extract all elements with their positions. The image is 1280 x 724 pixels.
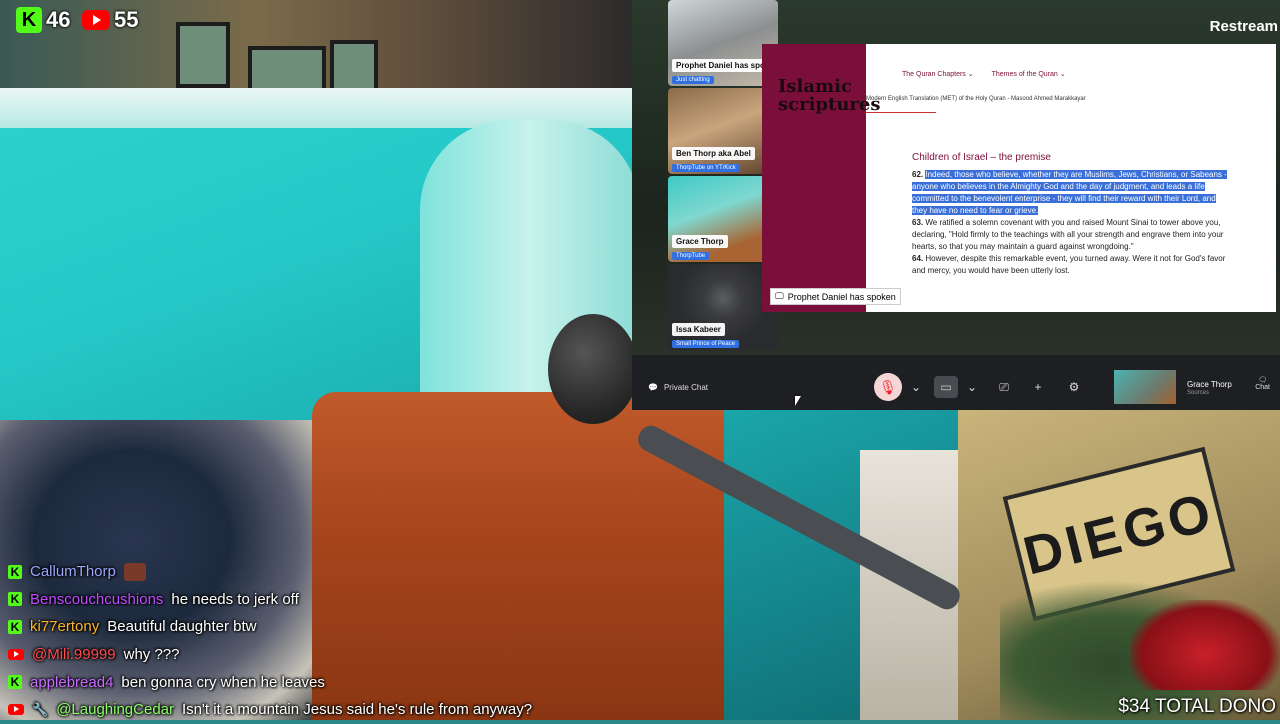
chat-username: ki77ertony <box>30 618 100 636</box>
mouse-cursor <box>795 396 801 406</box>
studio-toolbar: 💬 Private Chat 🎙 ⌄ ▭ ⌄ ⎚ + ⚙ Grace Thorp… <box>632 364 1280 410</box>
verse-63: 63. We ratified a solemn covenant with y… <box>912 217 1232 253</box>
private-chat-button[interactable]: 💬 Private Chat <box>648 376 708 398</box>
chat-message: K ki77ertony Beautiful daughter btw <box>8 613 628 641</box>
verse-text: We ratified a solemn covenant with you a… <box>912 218 1224 251</box>
private-chat-label: Private Chat <box>663 382 708 392</box>
settings-button[interactable]: ⚙ <box>1064 376 1084 398</box>
kick-viewer-badge: K 46 <box>16 6 70 34</box>
translation-title: Modern English Translation (MET) of the … <box>866 96 1086 102</box>
self-view-name: Grace Thorp <box>1187 380 1232 389</box>
chat-username: applebread4 <box>30 673 114 691</box>
photo-frame <box>176 22 230 88</box>
youtube-icon <box>8 649 24 661</box>
verse-reader: Children of Israel – the premise 62. Ind… <box>912 152 1232 312</box>
participant-subtitle: Small Prince of Peace <box>672 340 740 348</box>
chat-text: Beautiful daughter btw <box>107 618 257 636</box>
verse-number: 63. <box>912 218 924 227</box>
caption-text: Prophet Daniel has spoken <box>787 291 896 302</box>
youtube-viewer-count: 55 <box>114 7 139 32</box>
mic-muted-button[interactable]: 🎙 <box>874 373 902 401</box>
self-view-subtitle: Sources <box>1187 390 1210 396</box>
chat-message: K CallumThorp <box>8 558 628 586</box>
chat-message: @Mili.99999 why ??? <box>8 641 628 669</box>
camera-button[interactable]: ▭ <box>934 376 958 398</box>
highlighted-verse-text: Indeed, those who believe, whether they … <box>912 170 1227 215</box>
chevron-down-icon: ⌄ <box>966 380 978 394</box>
kick-icon: K <box>8 564 22 579</box>
monitor-icon: 🖵 <box>775 291 784 301</box>
kick-viewer-count: 46 <box>46 7 71 32</box>
youtube-viewer-badge: 55 <box>82 6 138 34</box>
chat-text: Isn't it a mountain Jesus said he's rule… <box>182 701 533 719</box>
chat-icon: 🗨 <box>1258 377 1268 384</box>
nav-themes[interactable]: Themes of the Quran ⌄ <box>992 70 1066 78</box>
red-object <box>1130 600 1280 690</box>
kick-icon: K <box>8 592 22 607</box>
participant-name: Ben Thorp aka Abel <box>672 147 755 160</box>
nav-quran-chapters[interactable]: The Quran Chapters ⌄ <box>902 70 974 78</box>
chat-button[interactable]: 🗨 Chat <box>1255 376 1270 391</box>
verse-number: 62. <box>912 170 924 179</box>
wrench-icon: 🔧 <box>32 701 49 717</box>
self-view-thumbnail[interactable] <box>1114 370 1176 404</box>
participant-name: Issa Kabeer <box>672 323 725 336</box>
participant-name: Prophet Daniel has spoken <box>672 59 776 72</box>
chat-label: Chat <box>1255 384 1270 391</box>
gear-icon: ⚙ <box>1068 380 1080 394</box>
add-button[interactable]: + <box>1028 376 1048 398</box>
stream-chat-overlay: K CallumThorp K Benscouchcushions he nee… <box>8 558 628 724</box>
kick-icon: K <box>8 619 22 634</box>
chat-username: @Mili.99999 <box>32 646 116 664</box>
verse-64: 64. However, despite this remarkable eve… <box>912 253 1232 277</box>
verse-62: 62. Indeed, those who believe, whether t… <box>912 169 1232 217</box>
chat-message: K Benscouchcushions he needs to jerk off <box>8 586 628 614</box>
participant-subtitle: ThorpTube on YT/Kick <box>672 164 740 172</box>
chat-text: he needs to jerk off <box>171 590 299 608</box>
kick-icon: K <box>8 675 22 690</box>
youtube-icon <box>82 10 110 30</box>
screen-share-caption: 🖵 Prophet Daniel has spoken <box>770 288 901 305</box>
verse-number: 64. <box>912 254 924 263</box>
camera-icon: ▭ <box>940 380 952 394</box>
site-nav: The Quran Chapters ⌄ Themes of the Quran… <box>902 70 1066 78</box>
microphone <box>548 314 638 424</box>
participant-subtitle: ThorpTube <box>672 252 710 260</box>
camera-options-button[interactable]: ⌄ <box>962 376 982 398</box>
participant-name: Grace Thorp <box>672 235 728 248</box>
chat-text: ben gonna cry when he leaves <box>121 673 325 691</box>
chat-username: @LaughingCedar <box>56 701 174 719</box>
verse-text: However, despite this remarkable event, … <box>912 254 1226 275</box>
screen-share: Islamic scriptures The Quran Chapters ⌄ … <box>762 44 1276 312</box>
donation-total: $34 TOTAL DONO <box>1118 696 1276 717</box>
emote-icon <box>123 562 146 581</box>
section-heading: Children of Israel – the premise <box>912 152 1051 163</box>
screen-share-button[interactable]: ⎚ <box>994 376 1014 398</box>
screen-share-icon: ⎚ <box>999 379 1009 394</box>
divider <box>866 112 936 113</box>
chevron-down-icon: ⌄ <box>910 380 922 394</box>
studio-stage: Restream Prophet Daniel has spoken Just … <box>632 0 1280 355</box>
youtube-icon <box>8 704 24 716</box>
mic-options-button[interactable]: ⌄ <box>906 376 926 398</box>
participant-subtitle: Just chatting <box>672 76 714 84</box>
mic-off-icon: 🎙 <box>879 378 897 395</box>
chat-username: Benscouchcushions <box>30 590 164 608</box>
chat-message: 🔧 @LaughingCedar Isn't it a mountain Jes… <box>8 696 628 724</box>
chat-bubble-icon: 💬 <box>648 382 658 392</box>
restream-logo: Restream <box>1209 18 1278 35</box>
restream-studio-window: Restream Prophet Daniel has spoken Just … <box>632 0 1280 410</box>
chat-username: CallumThorp <box>30 563 116 581</box>
kick-icon: K <box>16 7 42 33</box>
plus-icon: + <box>1034 380 1042 394</box>
chat-message: K applebread4 ben gonna cry when he leav… <box>8 668 628 696</box>
website-sidebar: Islamic scriptures <box>762 44 880 312</box>
chat-text: why ??? <box>123 646 180 664</box>
